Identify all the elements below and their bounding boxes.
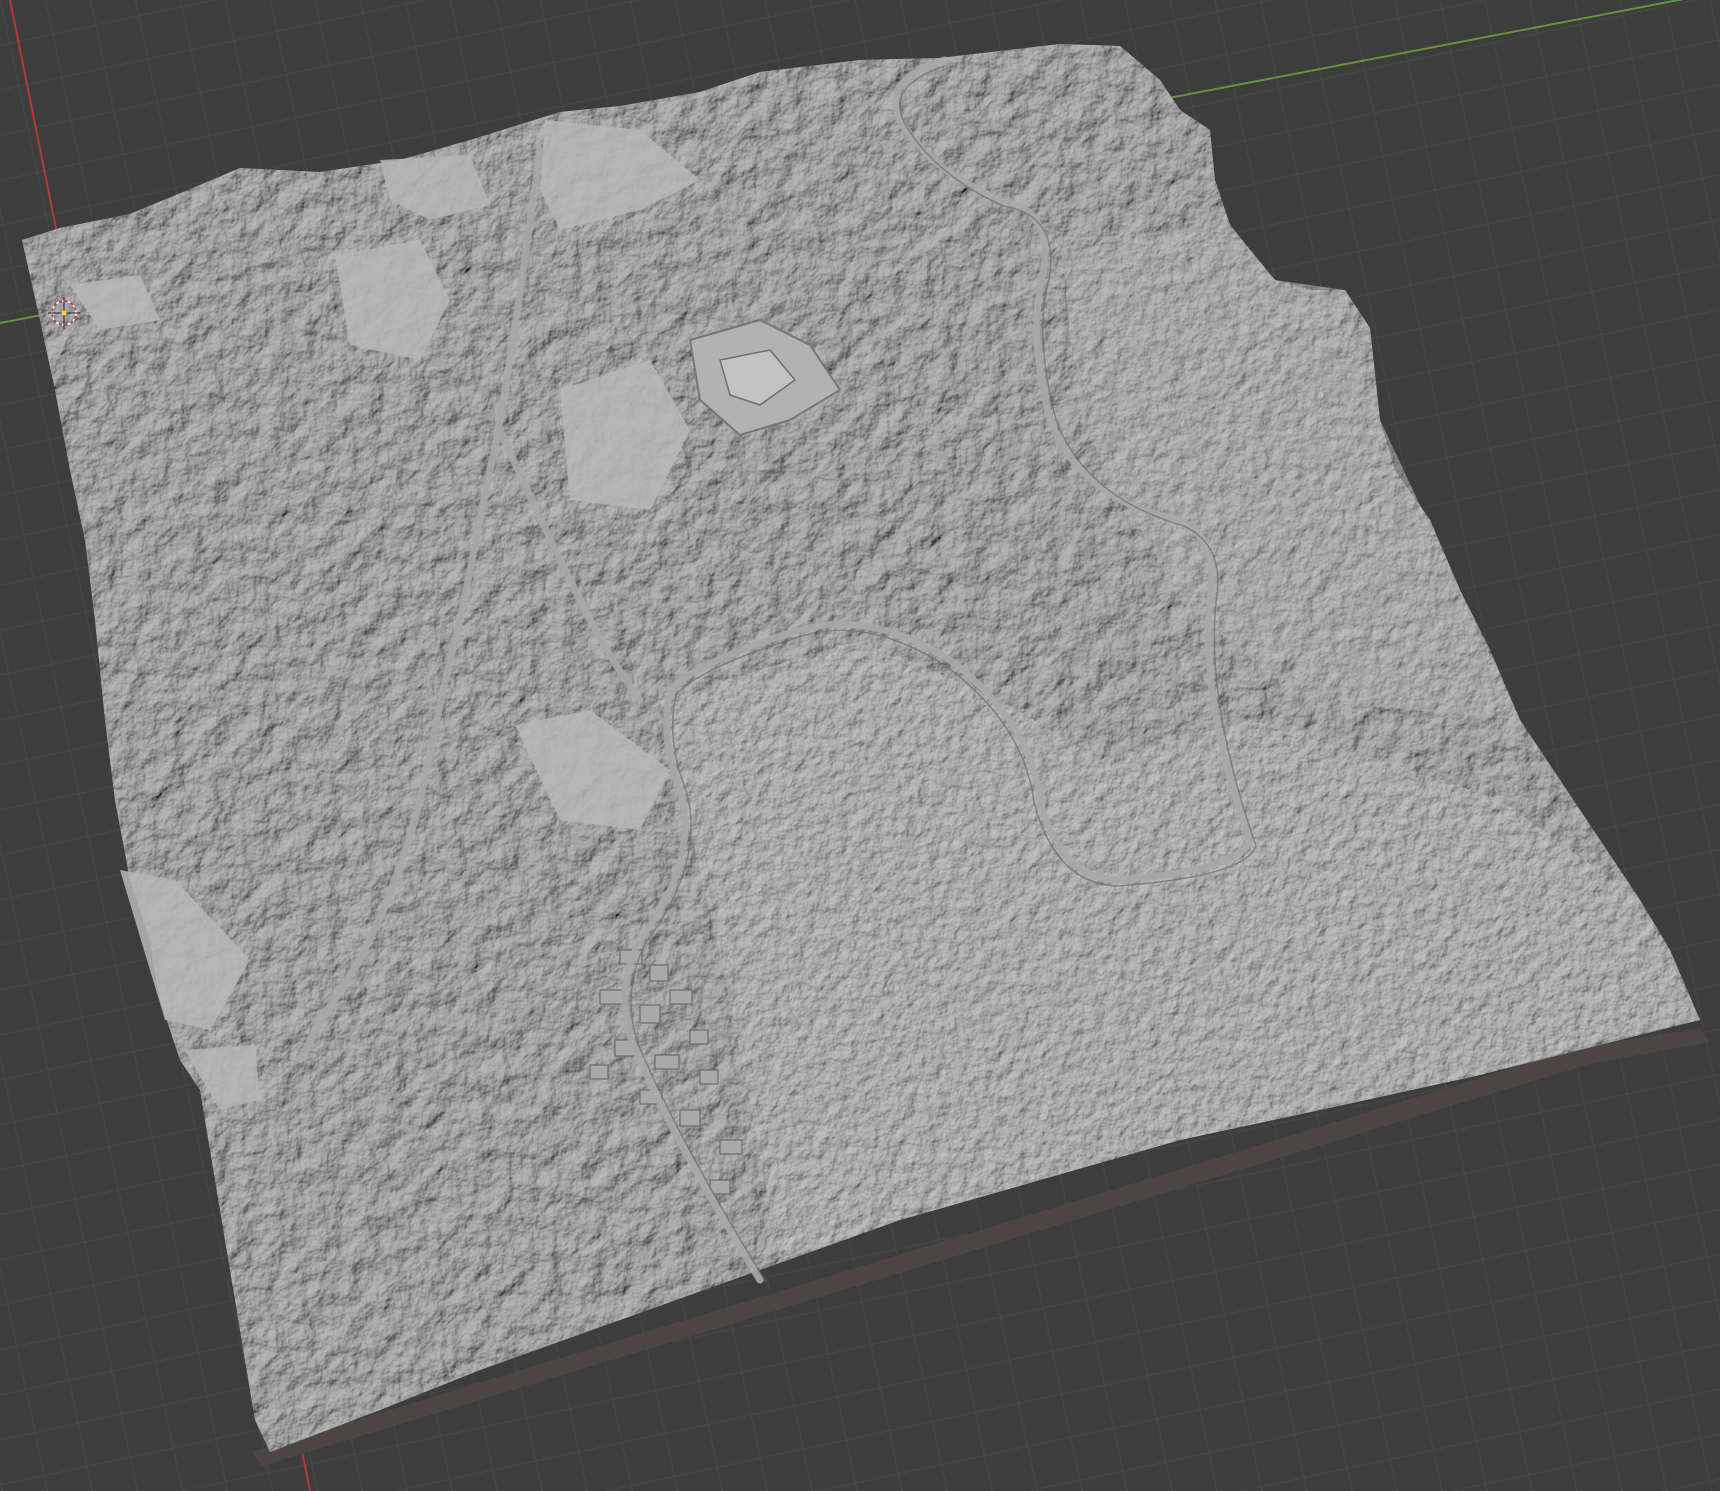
3d-viewport[interactable] <box>0 0 1720 1491</box>
